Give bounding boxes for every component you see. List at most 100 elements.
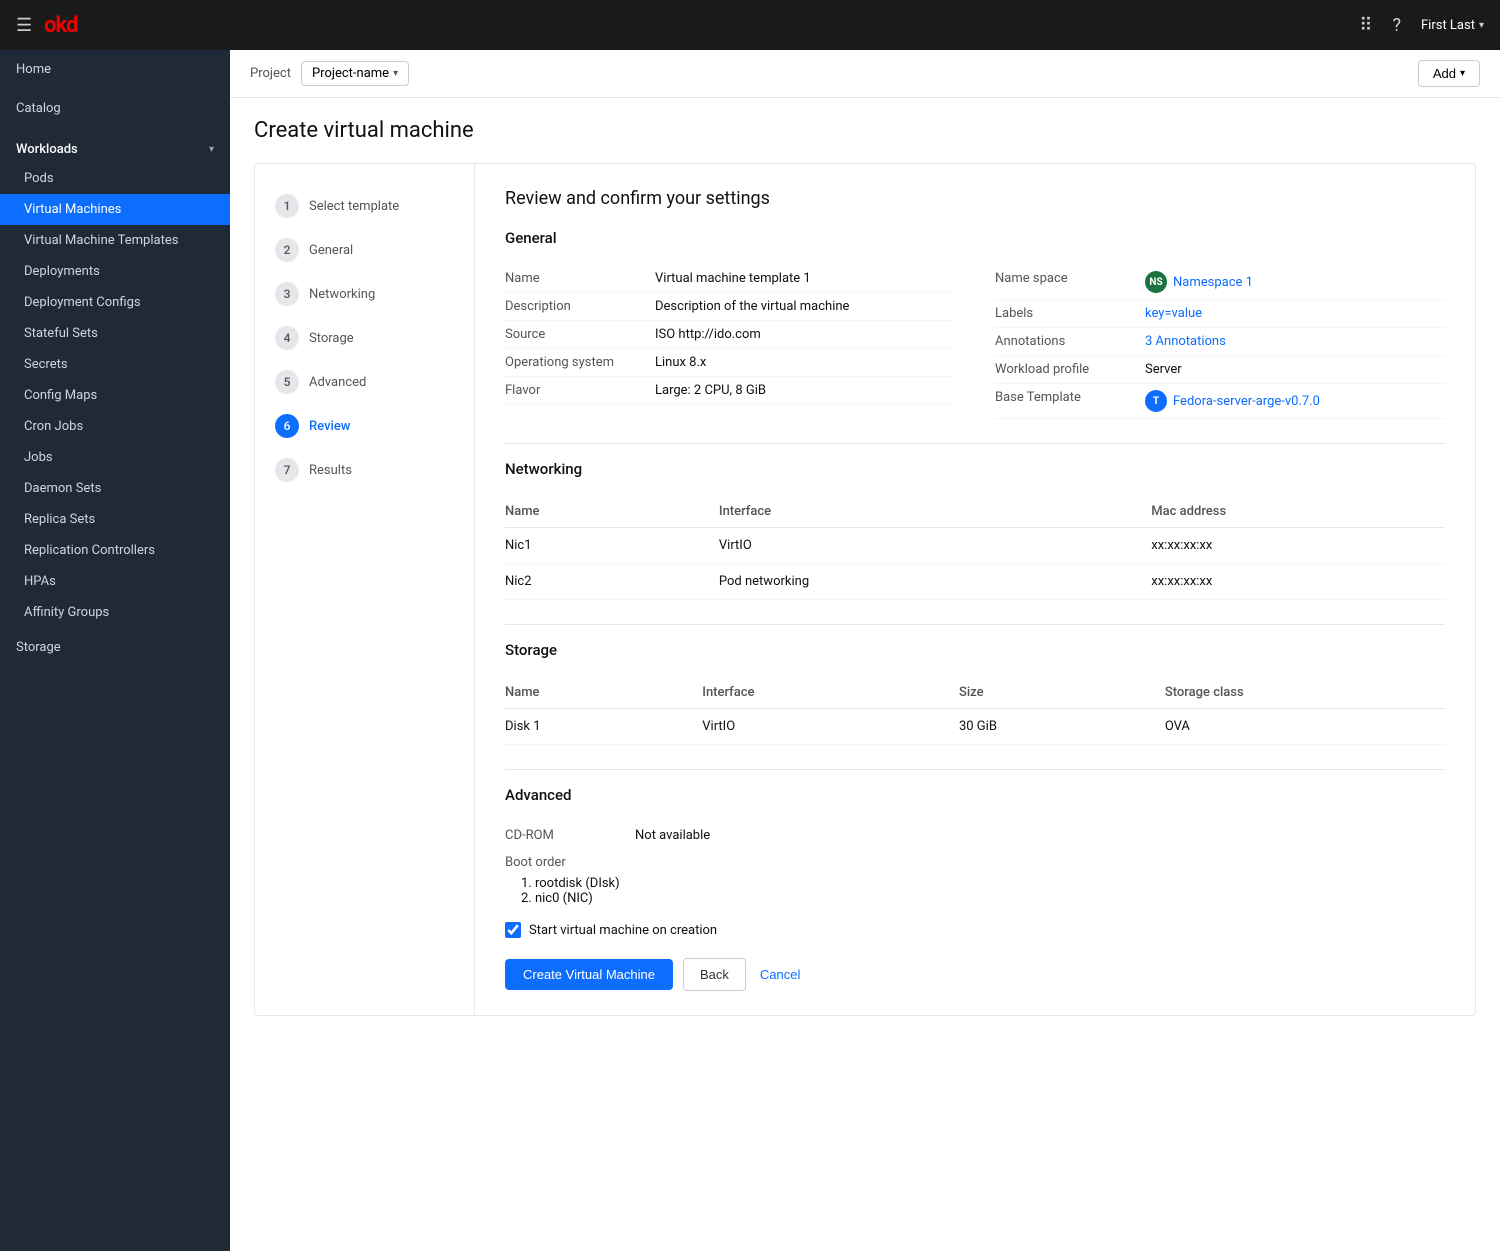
user-chevron-icon: ▾ [1479,20,1484,31]
step-2[interactable]: 2 General [255,228,474,272]
sidebar-item-cron-jobs[interactable]: Cron Jobs [0,411,230,442]
app-body: Home Catalog Workloads ▾ Pods Virtual Ma… [0,50,1500,1251]
workloads-section[interactable]: Workloads ▾ [0,128,230,163]
add-button[interactable]: Add ▾ [1418,60,1480,87]
sidebar-item-hpas[interactable]: HPAs [0,566,230,597]
net-row-1-mac: xx:xx:xx:xx [1151,528,1445,564]
stor-col-name: Name [505,677,702,709]
net-row-2-mac: xx:xx:xx:xx [1151,564,1445,600]
sidebar-cj-label: Cron Jobs [24,419,83,434]
divider-3 [505,769,1445,770]
create-vm-button[interactable]: Create Virtual Machine [505,959,673,990]
sidebar-item-home[interactable]: Home [0,50,230,89]
back-button[interactable]: Back [683,958,746,991]
boot-item-2: 2. nic0 (NIC) [521,891,1445,906]
divider-2 [505,624,1445,625]
field-ns-label: Name space [995,271,1135,286]
grid-icon[interactable]: ⠿ [1359,15,1372,36]
storage-heading: Storage [505,641,1445,665]
sidebar-item-deployments[interactable]: Deployments [0,256,230,287]
step-6-label: Review [309,419,350,434]
stor-row-1: Disk 1 VirtIO 30 GiB OVA [505,709,1445,745]
field-flavor: Flavor Large: 2 CPU, 8 GiB [505,377,955,405]
general-right: Name space NS Namespace 1 Labels key=val… [995,265,1445,419]
step-7[interactable]: 7 Results [255,448,474,492]
sidebar-item-stateful-sets[interactable]: Stateful Sets [0,318,230,349]
sidebar-storage-label: Storage [16,640,61,655]
field-os-value: Linux 8.x [655,355,955,370]
help-icon[interactable]: ? [1392,15,1401,36]
field-flavor-value: Large: 2 CPU, 8 GiB [655,383,955,398]
networking-table: Name Interface Mac address Nic1 VirtIO x… [505,496,1445,600]
field-workload: Workload profile Server [995,356,1445,384]
field-ns-value[interactable]: NS Namespace 1 [1145,271,1253,293]
field-labels-value[interactable]: key=value [1145,306,1445,321]
step-3[interactable]: 3 Networking [255,272,474,316]
hamburger-icon[interactable]: ☰ [16,15,32,36]
sidebar-item-replica-sets[interactable]: Replica Sets [0,504,230,535]
start-vm-checkbox[interactable] [505,922,521,938]
step-5[interactable]: 5 Advanced [255,360,474,404]
step-3-num: 3 [275,282,299,306]
sidebar-item-replication-controllers[interactable]: Replication Controllers [0,535,230,566]
user-menu[interactable]: First Last ▾ [1421,18,1484,33]
sidebar-hpas-label: HPAs [24,574,56,589]
sidebar-pods-label: Pods [24,171,54,186]
start-vm-row: Start virtual machine on creation [505,922,1445,938]
sidebar-item-config-maps[interactable]: Config Maps [0,380,230,411]
sidebar-item-catalog[interactable]: Catalog [0,89,230,128]
start-vm-label[interactable]: Start virtual machine on creation [529,923,717,938]
field-bt-value[interactable]: T Fedora-server-arge-v0.7.0 [1145,390,1320,412]
boot-order-row: Boot order [505,849,1445,876]
stor-row-1-class: OVA [1165,709,1445,745]
step-6-num: 6 [275,414,299,438]
sidebar-item-affinity-groups[interactable]: Affinity Groups [0,597,230,628]
stor-row-1-size: 30 GiB [959,709,1165,745]
sidebar-item-storage[interactable]: Storage [0,628,230,667]
sidebar-vm-label: Virtual Machines [24,202,121,217]
field-os-label: Operationg system [505,355,645,370]
field-desc-label: Description [505,299,645,314]
steps-sidebar: 1 Select template 2 General 3 Networking… [255,164,475,1015]
cdrom-row: CD-ROM Not available [505,822,1445,849]
t-badge: T [1145,390,1167,412]
step-6[interactable]: 6 Review [255,404,474,448]
field-wp-value: Server [1145,362,1445,377]
field-source-label: Source [505,327,645,342]
boot-order-list: 1. rootdisk (DIsk) 2. nic0 (NIC) [505,876,1445,906]
step-1[interactable]: 1 Select template [255,184,474,228]
sidebar-catalog-label: Catalog [16,101,61,116]
step-4-num: 4 [275,326,299,350]
divider-1 [505,443,1445,444]
add-label: Add [1433,66,1456,81]
sidebar-item-virtual-machine-templates[interactable]: Virtual Machine Templates [0,225,230,256]
sidebar-item-daemon-sets[interactable]: Daemon Sets [0,473,230,504]
cancel-button[interactable]: Cancel [756,959,804,990]
cdrom-value: Not available [635,828,710,843]
net-row-2: Nic2 Pod networking xx:xx:xx:xx [505,564,1445,600]
sidebar-item-deployment-configs[interactable]: Deployment Configs [0,287,230,318]
navbar: ☰ okd ⠿ ? First Last ▾ [0,0,1500,50]
sidebar-deployments-label: Deployments [24,264,100,279]
main-content: Project Project-name ▾ Add ▾ Create virt… [230,50,1500,1251]
net-row-1-interface: VirtIO [719,528,1151,564]
action-buttons: Create Virtual Machine Back Cancel [505,958,1445,991]
step-2-label: General [309,243,353,258]
sidebar-item-jobs[interactable]: Jobs [0,442,230,473]
project-bar: Project Project-name ▾ Add ▾ [230,50,1500,98]
step-4[interactable]: 4 Storage [255,316,474,360]
sidebar-jobs-label: Jobs [24,450,53,465]
sidebar-item-secrets[interactable]: Secrets [0,349,230,380]
field-ann-label: Annotations [995,334,1135,349]
sidebar-item-pods[interactable]: Pods [0,163,230,194]
project-select[interactable]: Project-name ▾ [301,61,409,86]
field-ann-value[interactable]: 3 Annotations [1145,334,1445,349]
step-7-label: Results [309,463,352,478]
sidebar-item-virtual-machines[interactable]: Virtual Machines [0,194,230,225]
storage-table: Name Interface Size Storage class Disk 1… [505,677,1445,745]
workloads-chevron-icon: ▾ [209,144,214,155]
step-4-label: Storage [309,331,354,346]
ns-name: Namespace 1 [1173,275,1253,290]
page-title: Create virtual machine [254,118,1476,143]
step-1-num: 1 [275,194,299,218]
